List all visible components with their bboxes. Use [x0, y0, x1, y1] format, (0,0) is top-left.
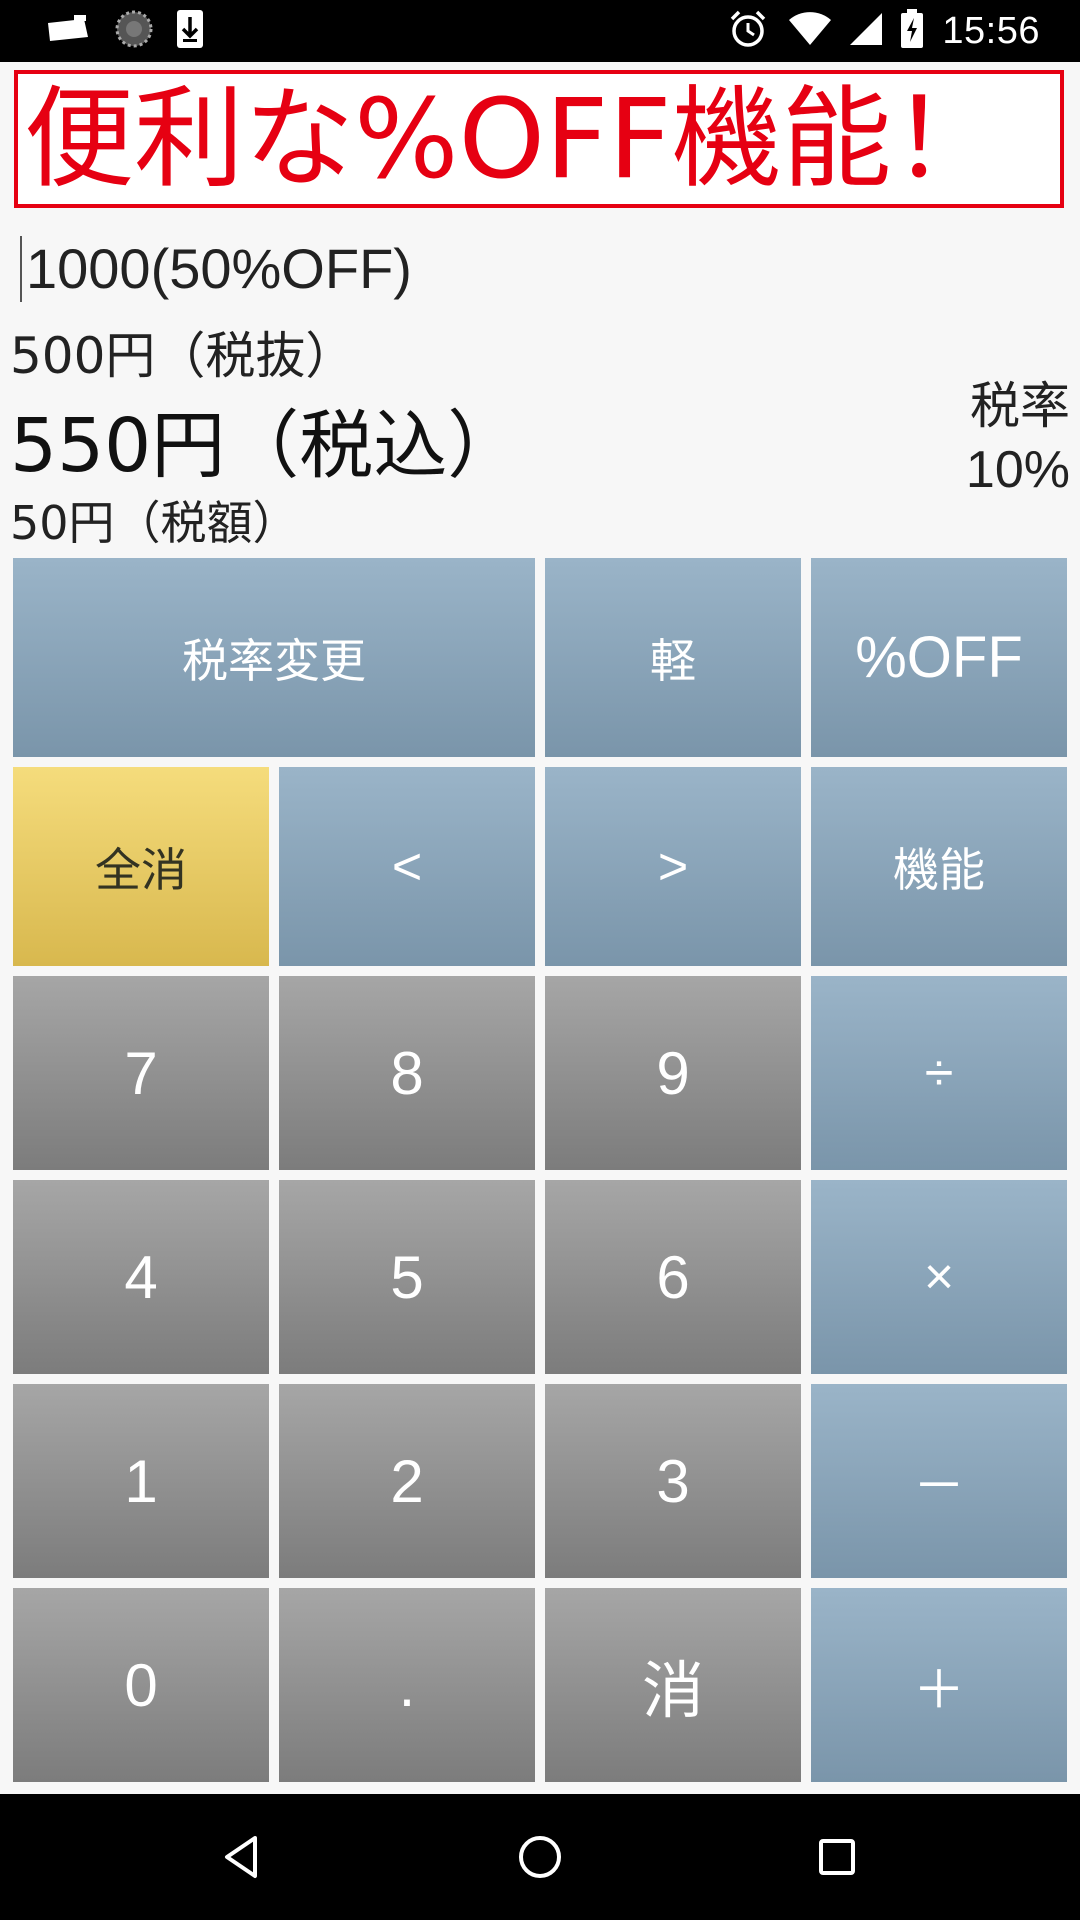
- digit-1-button[interactable]: 1: [13, 1384, 269, 1578]
- expression-input[interactable]: 1000(50%OFF): [20, 236, 412, 302]
- recents-icon[interactable]: [802, 1822, 872, 1892]
- digit-3-button[interactable]: 3: [545, 1384, 801, 1578]
- multiply-button[interactable]: ×: [811, 1180, 1067, 1374]
- plus-button[interactable]: ＋: [811, 1588, 1067, 1782]
- download-icon: [176, 9, 204, 53]
- percent-off-button[interactable]: %OFF: [811, 558, 1067, 757]
- loading-spinner-icon: [114, 9, 154, 53]
- digit-5-button[interactable]: 5: [279, 1180, 535, 1374]
- status-left-icons: [44, 10, 204, 52]
- wifi-icon: [788, 11, 832, 51]
- decimal-point-button[interactable]: .: [279, 1588, 535, 1782]
- back-icon[interactable]: [206, 1822, 276, 1892]
- status-bar: 15:56: [0, 0, 1080, 62]
- digit-9-button[interactable]: 9: [545, 976, 801, 1170]
- tax-rate-change-button[interactable]: 税率変更: [13, 558, 535, 757]
- digit-7-button[interactable]: 7: [13, 976, 269, 1170]
- price-including-tax: 550円（税込）: [10, 403, 522, 489]
- notification-card-icon: [44, 15, 92, 47]
- digit-0-button[interactable]: 0: [13, 1588, 269, 1782]
- home-icon[interactable]: [505, 1822, 575, 1892]
- tax-rate-label: 税率: [970, 377, 1070, 435]
- cursor-left-button[interactable]: <: [279, 767, 535, 966]
- promo-banner-text: 便利な%OFF機能！: [24, 75, 1002, 203]
- all-clear-button[interactable]: 全消: [13, 767, 269, 966]
- clear-button[interactable]: 消: [545, 1588, 801, 1782]
- status-time: 15:56: [942, 9, 1040, 52]
- status-right-icons: 15:56: [728, 0, 1040, 62]
- digit-8-button[interactable]: 8: [279, 976, 535, 1170]
- minus-button[interactable]: －: [811, 1384, 1067, 1578]
- navigation-bar: [0, 1794, 1080, 1920]
- divide-button[interactable]: ÷: [811, 976, 1067, 1170]
- cursor-right-button[interactable]: >: [545, 767, 801, 966]
- digit-4-button[interactable]: 4: [13, 1180, 269, 1374]
- reduced-rate-button[interactable]: 軽: [545, 558, 801, 757]
- promo-banner: 便利な%OFF機能！: [14, 70, 1064, 208]
- function-button[interactable]: 機能: [811, 767, 1067, 966]
- tax-amount: 50円（税額）: [10, 496, 299, 550]
- digit-6-button[interactable]: 6: [545, 1180, 801, 1374]
- keypad: 税率変更 軽 %OFF 全消 < > 機能 7 8 9 ÷ 4 5 6 × 1 …: [13, 558, 1067, 1782]
- signal-icon: [848, 11, 884, 51]
- digit-2-button[interactable]: 2: [279, 1384, 535, 1578]
- battery-charging-icon: [900, 9, 924, 53]
- price-excluding-tax: 500円（税抜）: [10, 327, 356, 385]
- alarm-icon: [728, 9, 768, 53]
- tax-rate-value: 10%: [965, 441, 1070, 499]
